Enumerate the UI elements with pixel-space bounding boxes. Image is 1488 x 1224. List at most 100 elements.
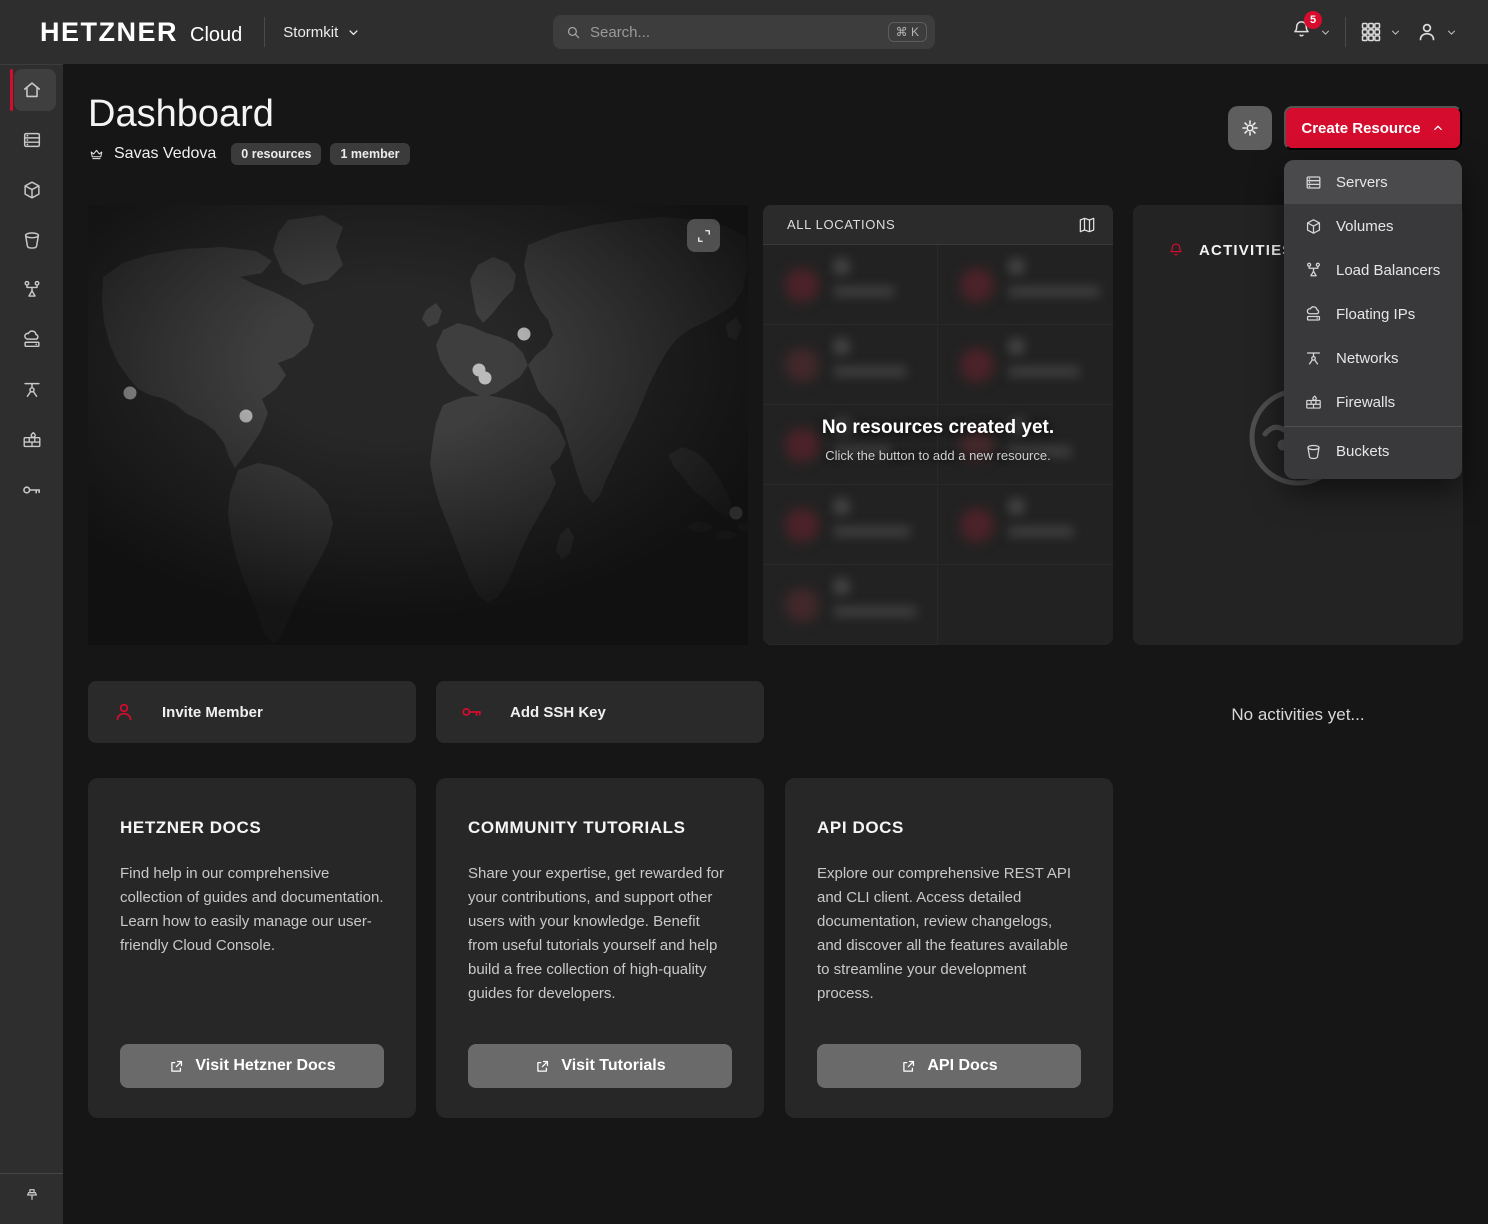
load-balancer-icon	[1304, 261, 1323, 280]
project-meta-row: Savas Vedova 0 resources 1 member	[88, 143, 410, 165]
card-body: Explore our comprehensive REST API and C…	[817, 862, 1081, 1006]
blurred-stat-cell	[938, 245, 1113, 325]
logo-text: HETZNER	[40, 17, 178, 48]
add-ssh-key-label: Add SSH Key	[510, 704, 606, 721]
sidebar-item-networks[interactable]	[0, 365, 63, 415]
create-resource-menu: Servers Volumes Load Balancers Floating …	[1284, 160, 1462, 479]
key-icon	[460, 700, 484, 724]
button-label: Visit Hetzner Docs	[195, 1057, 335, 1075]
menu-item-buckets[interactable]: Buckets	[1284, 429, 1462, 473]
hetzner-logo[interactable]: HETZNER Cloud	[40, 17, 242, 48]
location-dot-singapore	[730, 507, 743, 520]
api-docs-button[interactable]: API Docs	[817, 1044, 1081, 1088]
location-dot-helsinki	[518, 328, 531, 341]
search-bar: ⌘ K	[553, 15, 935, 49]
sidebar-nav	[0, 64, 63, 1224]
project-switcher[interactable]: Stormkit	[283, 24, 361, 41]
visit-tutorials-button[interactable]: Visit Tutorials	[468, 1044, 732, 1088]
card-title: HETZNER DOCS	[120, 818, 384, 838]
blurred-stat-cell	[763, 485, 938, 565]
blurred-stat-cell	[763, 405, 938, 485]
person-icon	[112, 700, 136, 724]
blurred-stat-cell	[938, 405, 1113, 485]
visit-hetzner-docs-button[interactable]: Visit Hetzner Docs	[120, 1044, 384, 1088]
blurred-resource-stats	[763, 245, 1113, 645]
activities-empty-text: No activities yet...	[1133, 705, 1463, 725]
invite-member-label: Invite Member	[162, 704, 263, 721]
locations-panel-header: ALL LOCATIONS	[763, 205, 1113, 245]
world-map-svg	[88, 205, 748, 645]
volume-cube-icon	[21, 179, 43, 201]
menu-item-networks[interactable]: Networks	[1284, 336, 1462, 380]
search-input[interactable]	[590, 24, 888, 41]
invite-member-button[interactable]: Invite Member	[88, 681, 416, 743]
community-tutorials-card: COMMUNITY TUTORIALS Share your expertise…	[436, 778, 764, 1118]
map-icon[interactable]	[1077, 215, 1097, 235]
expand-icon	[695, 227, 713, 245]
hetzner-docs-card: HETZNER DOCS Find help in our comprehens…	[88, 778, 416, 1118]
user-icon	[1415, 20, 1439, 44]
account-menu-button[interactable]	[1415, 20, 1458, 44]
menu-item-label: Load Balancers	[1336, 262, 1440, 279]
volume-cube-icon	[1304, 217, 1323, 236]
activities-panel-title: ACTIVITIES	[1199, 242, 1294, 259]
sidebar-item-servers[interactable]	[0, 115, 63, 165]
location-dot-us-west	[124, 387, 137, 400]
blurred-stat-cell	[763, 245, 938, 325]
menu-divider	[1284, 426, 1462, 427]
blurred-stat-cell	[938, 485, 1113, 565]
all-locations-panel: ALL LOCATIONS No resources created yet. …	[763, 205, 1113, 645]
app-grid-icon	[1359, 20, 1383, 44]
topbar-divider	[1345, 17, 1346, 47]
home-icon	[21, 79, 43, 101]
menu-item-label: Volumes	[1336, 218, 1394, 235]
sidebar-item-home[interactable]	[0, 65, 63, 115]
chevron-down-icon	[1389, 26, 1402, 39]
menu-item-label: Floating IPs	[1336, 306, 1415, 323]
menu-item-load-balancers[interactable]: Load Balancers	[1284, 248, 1462, 292]
bell-icon	[1167, 241, 1185, 259]
api-docs-card: API DOCS Explore our comprehensive REST …	[785, 778, 1113, 1118]
sidebar-item-ssh-keys[interactable]	[0, 465, 63, 515]
members-count-badge: 1 member	[330, 143, 409, 165]
menu-item-label: Networks	[1336, 350, 1399, 367]
floating-ip-icon	[1304, 305, 1323, 324]
button-label: API Docs	[927, 1057, 997, 1075]
add-ssh-key-button[interactable]: Add SSH Key	[436, 681, 764, 743]
sidebar-item-firewalls[interactable]	[0, 415, 63, 465]
server-icon	[1304, 173, 1323, 192]
sidebar-item-buckets[interactable]	[0, 215, 63, 265]
bucket-icon	[21, 229, 43, 251]
network-icon	[21, 379, 43, 401]
create-resource-button[interactable]: Create Resource	[1284, 106, 1462, 150]
page-title: Dashboard	[88, 93, 274, 136]
firewall-icon	[21, 429, 43, 451]
pin-icon	[22, 1186, 42, 1206]
world-map	[88, 205, 748, 645]
menu-item-volumes[interactable]: Volumes	[1284, 204, 1462, 248]
notifications-button[interactable]: 5	[1290, 18, 1332, 46]
menu-item-firewalls[interactable]: Firewalls	[1284, 380, 1462, 424]
sidebar-item-load-balancers[interactable]	[0, 265, 63, 315]
chevron-up-icon	[1431, 121, 1445, 135]
network-icon	[1304, 349, 1323, 368]
map-expand-button[interactable]	[687, 219, 720, 252]
floating-ip-icon	[21, 329, 43, 351]
sidebar-item-floating-ips[interactable]	[0, 315, 63, 365]
sidebar-pin-toggle[interactable]	[0, 1173, 63, 1224]
chevron-down-icon	[346, 25, 361, 40]
apps-menu-button[interactable]	[1359, 20, 1402, 44]
button-label: Visit Tutorials	[561, 1057, 665, 1075]
menu-item-floating-ips[interactable]: Floating IPs	[1284, 292, 1462, 336]
search-icon	[565, 24, 582, 41]
menu-item-servers[interactable]: Servers	[1284, 160, 1462, 204]
topbar-actions: 5	[1290, 0, 1458, 64]
card-body: Find help in our comprehensive collectio…	[120, 862, 384, 958]
locations-panel-title: ALL LOCATIONS	[787, 217, 895, 232]
dashboard-settings-button[interactable]	[1228, 106, 1272, 150]
location-dot-us-east	[240, 410, 253, 423]
sidebar-item-volumes[interactable]	[0, 165, 63, 215]
ssh-key-icon	[21, 479, 43, 501]
card-title: COMMUNITY TUTORIALS	[468, 818, 732, 838]
chevron-down-icon	[1445, 26, 1458, 39]
